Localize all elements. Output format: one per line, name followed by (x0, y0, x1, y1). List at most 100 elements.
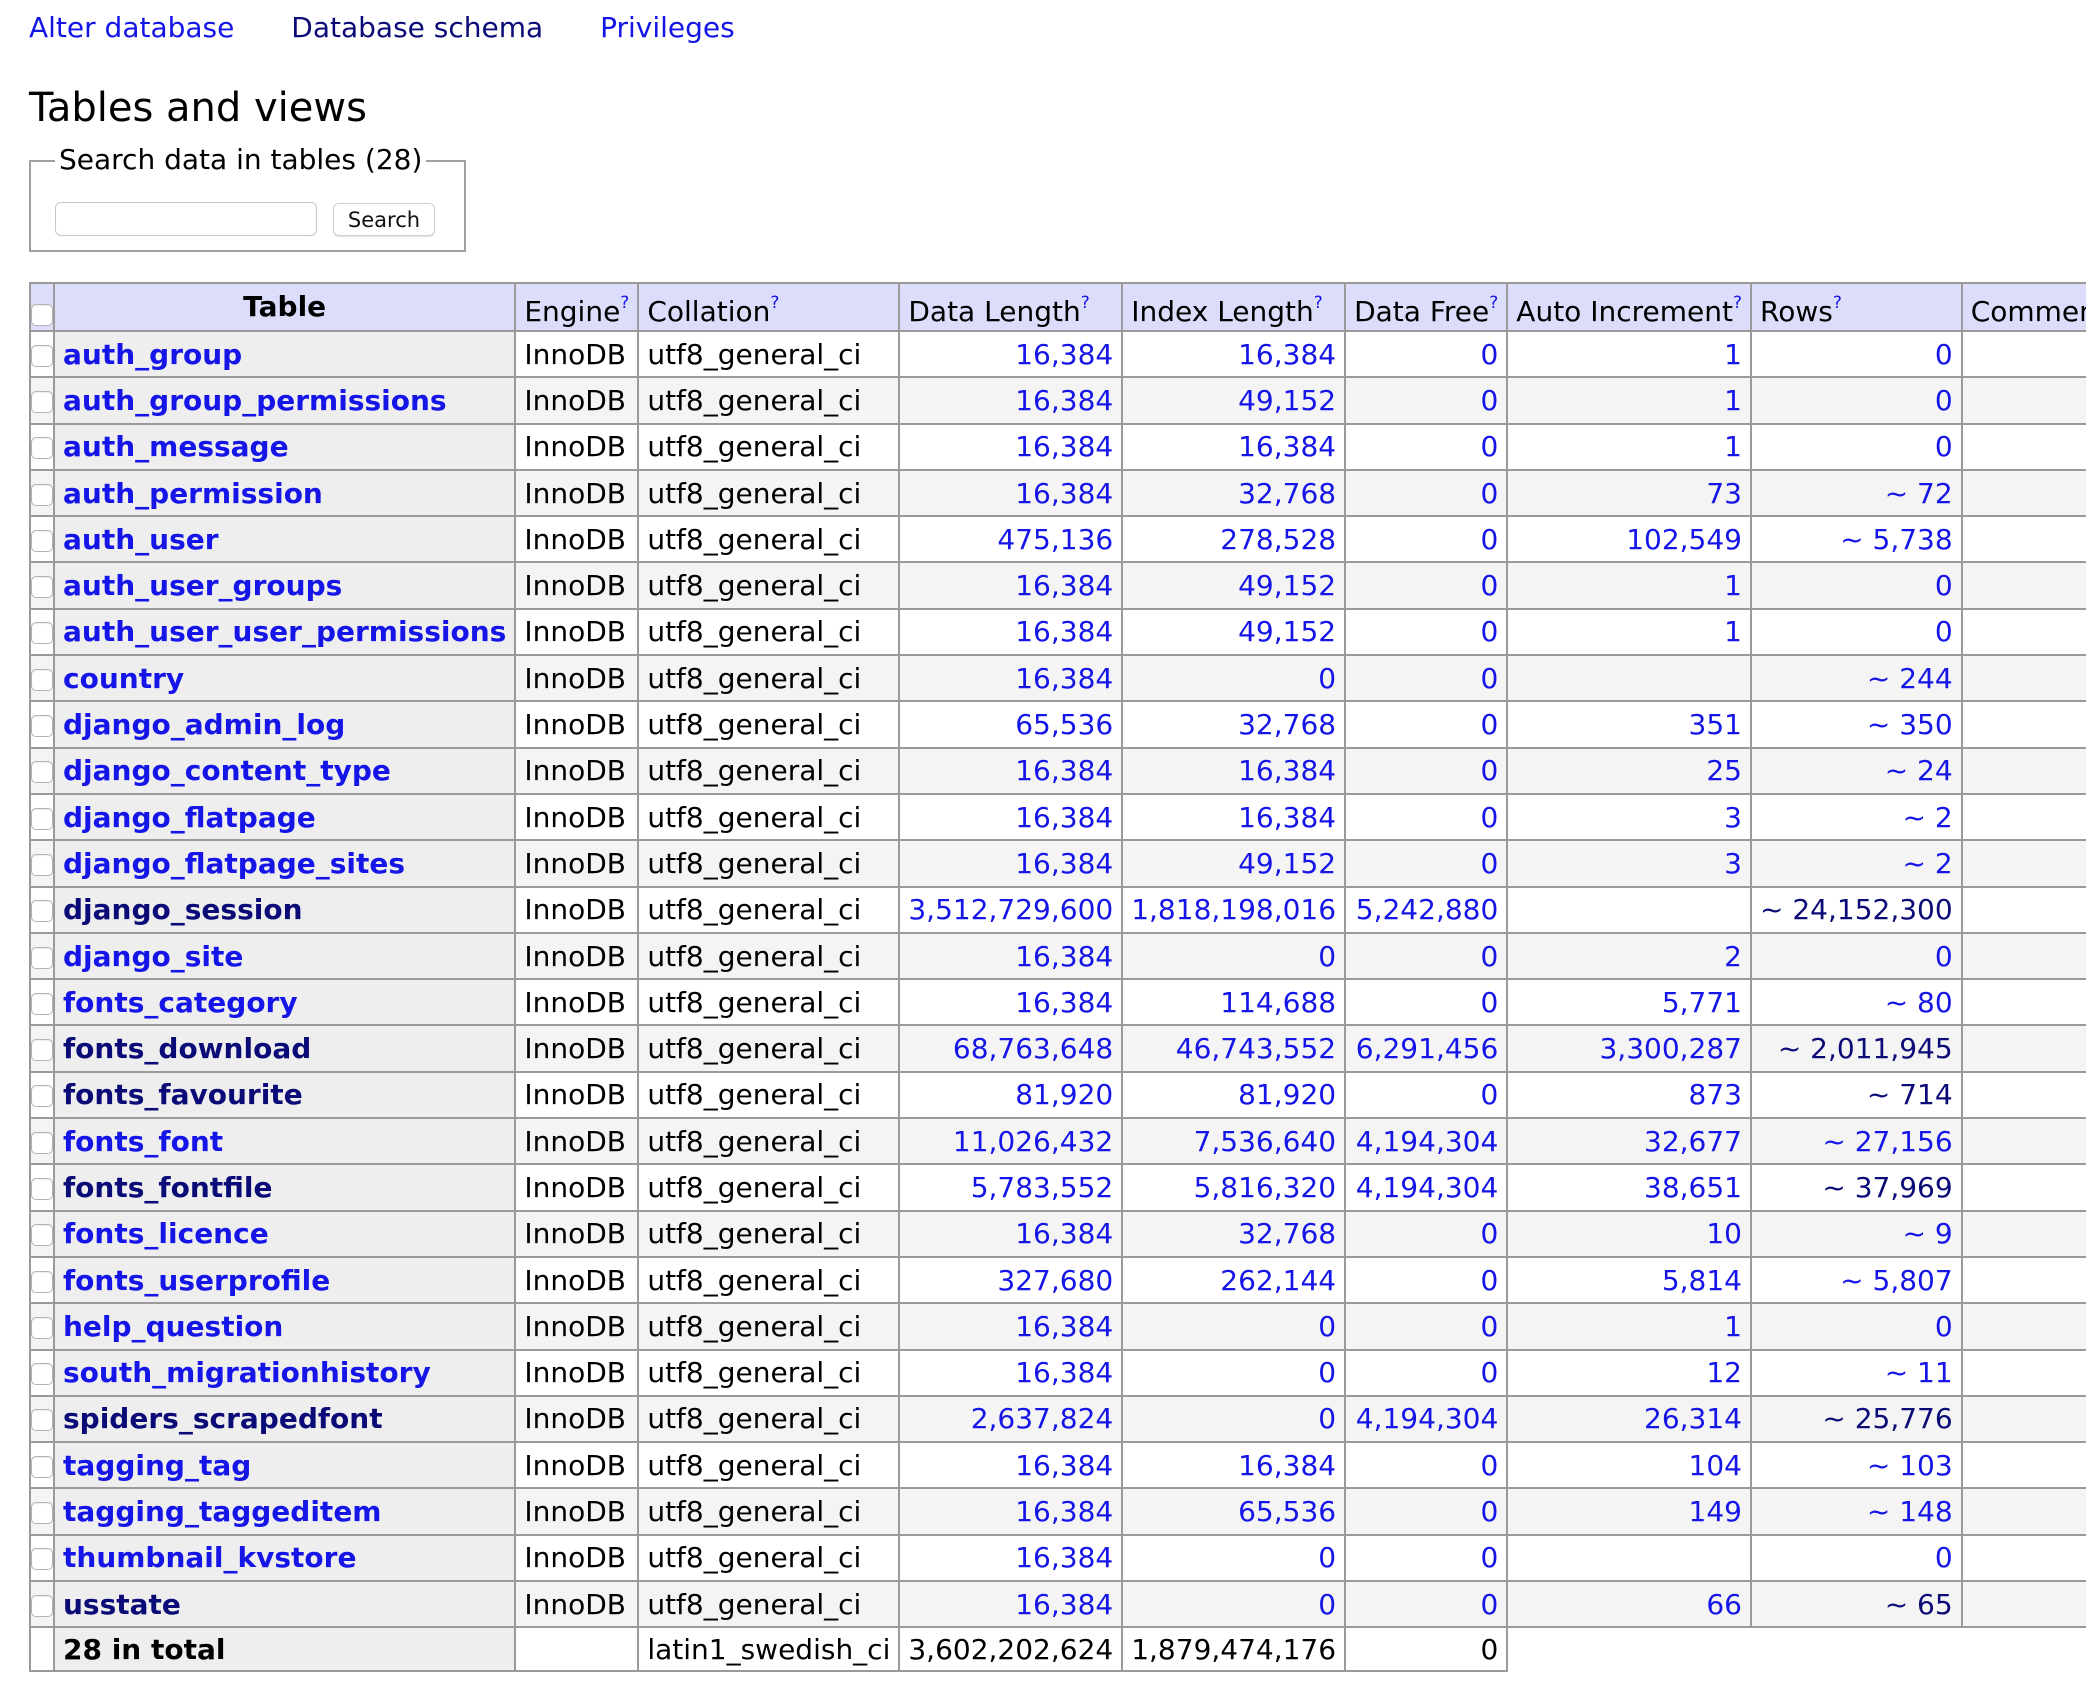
rows-link[interactable]: 0 (1935, 940, 1953, 973)
privileges-link[interactable]: Privileges (600, 11, 735, 44)
index-length-link[interactable]: 0 (1318, 1402, 1336, 1435)
auto-increment-link[interactable]: 12 (1706, 1356, 1742, 1389)
data-length-link[interactable]: 11,026,432 (953, 1125, 1113, 1158)
auto-increment-link[interactable]: 104 (1689, 1449, 1742, 1482)
rows-link[interactable]: ~ 37,969 (1822, 1171, 1952, 1204)
data-length-link[interactable]: 68,763,648 (953, 1032, 1113, 1065)
index-length-link[interactable]: 0 (1318, 1356, 1336, 1389)
auto-increment-link[interactable]: 10 (1706, 1217, 1742, 1250)
data-free-link[interactable]: 5,242,880 (1356, 893, 1499, 926)
row-checkbox[interactable] (31, 715, 53, 738)
alter-database-link[interactable]: Alter database (29, 11, 234, 44)
index-length-link[interactable]: 0 (1318, 662, 1336, 695)
data-free-link[interactable]: 0 (1480, 986, 1498, 1019)
data-free-link[interactable]: 0 (1480, 1217, 1498, 1250)
data-length-link[interactable]: 16,384 (1015, 1495, 1113, 1528)
data-free-link[interactable]: 0 (1480, 801, 1498, 834)
data-free-link[interactable]: 0 (1480, 1449, 1498, 1482)
auto-increment-link[interactable]: 1 (1724, 338, 1742, 371)
index-length-link[interactable]: 16,384 (1238, 754, 1336, 787)
data-free-link[interactable]: 6,291,456 (1356, 1032, 1499, 1065)
help-icon[interactable]: ? (1833, 293, 1842, 313)
table-name-link[interactable]: usstate (63, 1588, 181, 1621)
row-checkbox[interactable] (31, 1594, 53, 1617)
auto-increment-link[interactable]: 873 (1689, 1078, 1742, 1111)
data-free-link[interactable]: 0 (1480, 430, 1498, 463)
row-checkbox[interactable] (31, 483, 53, 506)
data-length-link[interactable]: 16,384 (1015, 847, 1113, 880)
table-name-link[interactable]: thumbnail_kvstore (63, 1541, 356, 1574)
auto-increment-link[interactable]: 3 (1724, 847, 1742, 880)
auto-increment-link[interactable]: 149 (1689, 1495, 1742, 1528)
data-length-link[interactable]: 16,384 (1015, 384, 1113, 417)
index-length-link[interactable]: 46,743,552 (1176, 1032, 1336, 1065)
help-icon[interactable]: ? (1489, 293, 1498, 313)
rows-link[interactable]: ~ 72 (1885, 477, 1953, 510)
rows-link[interactable]: ~ 148 (1867, 1495, 1953, 1528)
data-length-link[interactable]: 3,512,729,600 (908, 893, 1113, 926)
auto-increment-link[interactable]: 3,300,287 (1599, 1032, 1742, 1065)
data-length-link[interactable]: 16,384 (1015, 1588, 1113, 1621)
row-checkbox[interactable] (31, 807, 53, 830)
data-length-link[interactable]: 16,384 (1015, 1356, 1113, 1389)
data-length-link[interactable]: 16,384 (1015, 801, 1113, 834)
row-checkbox[interactable] (31, 668, 53, 691)
index-length-link[interactable]: 16,384 (1238, 1449, 1336, 1482)
data-length-link[interactable]: 16,384 (1015, 615, 1113, 648)
table-name-link[interactable]: django_admin_log (63, 708, 345, 741)
row-checkbox[interactable] (31, 900, 53, 923)
data-free-link[interactable]: 0 (1480, 940, 1498, 973)
rows-link[interactable]: ~ 24,152,300 (1760, 893, 1953, 926)
data-free-link[interactable]: 0 (1480, 1310, 1498, 1343)
table-name-link[interactable]: fonts_category (63, 986, 298, 1019)
index-length-link[interactable]: 32,768 (1238, 708, 1336, 741)
auto-increment-link[interactable]: 1 (1724, 615, 1742, 648)
data-length-link[interactable]: 16,384 (1015, 940, 1113, 973)
row-checkbox[interactable] (31, 1039, 53, 1062)
table-name-link[interactable]: fonts_licence (63, 1217, 269, 1250)
index-length-link[interactable]: 114,688 (1220, 986, 1336, 1019)
data-length-link[interactable]: 16,384 (1015, 754, 1113, 787)
table-name-link[interactable]: auth_group_permissions (63, 384, 447, 417)
data-free-link[interactable]: 0 (1480, 384, 1498, 417)
rows-link[interactable]: ~ 2 (1903, 801, 1953, 834)
table-name-link[interactable]: django_flatpage_sites (63, 847, 405, 880)
table-name-link[interactable]: fonts_fontfile (63, 1171, 272, 1204)
index-length-link[interactable]: 0 (1318, 1310, 1336, 1343)
data-length-link[interactable]: 16,384 (1015, 569, 1113, 602)
data-length-link[interactable]: 475,136 (997, 523, 1113, 556)
row-checkbox[interactable] (31, 1085, 53, 1108)
select-all-checkbox[interactable] (31, 304, 53, 326)
data-free-link[interactable]: 0 (1480, 523, 1498, 556)
help-icon[interactable]: ? (1733, 293, 1742, 313)
data-free-link[interactable]: 0 (1480, 569, 1498, 602)
data-free-link[interactable]: 4,194,304 (1356, 1402, 1499, 1435)
rows-link[interactable]: ~ 2 (1903, 847, 1953, 880)
table-name-link[interactable]: help_question (63, 1310, 283, 1343)
data-length-link[interactable]: 16,384 (1015, 1310, 1113, 1343)
rows-link[interactable]: ~ 5,738 (1840, 523, 1953, 556)
table-name-link[interactable]: auth_user_user_permissions (63, 615, 506, 648)
auto-increment-link[interactable]: 5,771 (1662, 986, 1742, 1019)
index-length-link[interactable]: 49,152 (1238, 569, 1336, 602)
index-length-link[interactable]: 65,536 (1238, 1495, 1336, 1528)
index-length-link[interactable]: 49,152 (1238, 384, 1336, 417)
table-name-link[interactable]: country (63, 662, 184, 695)
row-checkbox[interactable] (31, 1177, 53, 1200)
auto-increment-link[interactable]: 2 (1724, 940, 1742, 973)
auto-increment-link[interactable]: 26,314 (1644, 1402, 1742, 1435)
auto-increment-link[interactable]: 66 (1706, 1588, 1742, 1621)
row-checkbox[interactable] (31, 1363, 53, 1386)
rows-link[interactable]: ~ 244 (1867, 662, 1953, 695)
rows-link[interactable]: 0 (1935, 1310, 1953, 1343)
index-length-link[interactable]: 0 (1318, 1588, 1336, 1621)
index-length-link[interactable]: 0 (1318, 1541, 1336, 1574)
data-free-link[interactable]: 0 (1480, 1495, 1498, 1528)
database-schema-link[interactable]: Database schema (291, 11, 543, 44)
help-icon[interactable]: ? (1314, 293, 1323, 313)
table-name-link[interactable]: auth_permission (63, 477, 323, 510)
data-length-link[interactable]: 16,384 (1015, 338, 1113, 371)
data-free-link[interactable]: 0 (1480, 847, 1498, 880)
index-length-link[interactable]: 32,768 (1238, 1217, 1336, 1250)
rows-link[interactable]: ~ 80 (1885, 986, 1953, 1019)
